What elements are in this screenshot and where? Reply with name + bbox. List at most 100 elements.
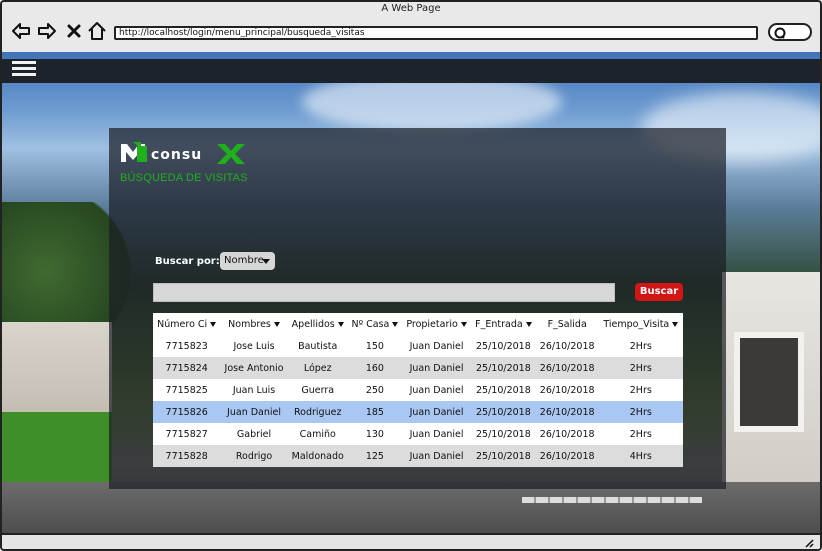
home-icon[interactable]: [86, 20, 108, 42]
sort-icon: [525, 321, 532, 327]
table-row[interactable]: 7715825 Juan Luis Guerra 250 Juan Daniel 25/1…: [153, 379, 683, 401]
visits-table: Número Ci Nombres Apellidos Nº Casa Propieta…: [153, 313, 683, 467]
column-header-label: Apellidos: [291, 318, 335, 330]
table-cell: 7715827: [153, 423, 221, 445]
column-header-label: F_Entrada: [475, 318, 523, 330]
column-header[interactable]: Nº Casa: [347, 313, 403, 335]
table-cell: Juan Daniel: [220, 401, 288, 423]
sort-icon: [337, 321, 344, 327]
column-header-label: Tiempo_Visita: [603, 318, 670, 330]
table-header-row: Número Ci Nombres Apellidos Nº Casa Propieta…: [153, 313, 683, 335]
address-bar[interactable]: http://localhost/login/menu_principal/bu…: [114, 26, 758, 40]
column-header[interactable]: Nombres: [220, 313, 288, 335]
search-filter-value: Nombre: [224, 255, 264, 266]
table-cell: Juan Daniel: [402, 445, 472, 467]
table-cell: Juan Daniel: [402, 423, 472, 445]
search-visits-panel: consu BÚSQUEDA DE VISITAS Buscar por: No…: [109, 128, 726, 489]
table-row[interactable]: 7715823 Jose Luis Bautista 150 Juan Daniel 25…: [153, 335, 683, 357]
table-cell: 25/10/2018: [471, 423, 536, 445]
table-cell: 7715826: [153, 401, 221, 423]
resize-grip-icon[interactable]: [804, 538, 814, 548]
table-cell: 2Hrs: [598, 335, 683, 357]
table-cell: 26/10/2018: [535, 401, 599, 423]
column-header-label: Propietario: [406, 318, 458, 330]
table-row[interactable]: 7715827 Gabriel Camiño 130 Juan Daniel 25/10/…: [153, 423, 683, 445]
column-header[interactable]: F_Salida: [535, 313, 599, 335]
table-cell: 25/10/2018: [471, 401, 536, 423]
table-cell: Jose Luis: [220, 335, 288, 357]
table-cell: Juan Daniel: [402, 335, 472, 357]
search-filter-dropdown[interactable]: Nombre: [220, 252, 275, 270]
table-cell: 25/10/2018: [471, 445, 536, 467]
table-cell: 26/10/2018: [535, 445, 599, 467]
column-header-label: Nombres: [228, 318, 271, 330]
table-cell: Jose Antonio: [220, 357, 288, 379]
column-header[interactable]: F_Entrada: [471, 313, 536, 335]
search-icon: [774, 27, 786, 39]
table-cell: 250: [347, 379, 403, 401]
table-row[interactable]: 7715828 Rodrigo Maldonado 125 Juan Daniel 25/…: [153, 445, 683, 467]
column-header[interactable]: Apellidos: [287, 313, 348, 335]
table-cell: Juan Daniel: [402, 379, 472, 401]
table-cell: Guerra: [287, 379, 348, 401]
table-cell: 2Hrs: [598, 401, 683, 423]
section-title: BÚSQUEDA DE VISITAS: [120, 172, 248, 184]
table-cell: 2Hrs: [598, 379, 683, 401]
table-cell: 26/10/2018: [535, 335, 599, 357]
browser-toolbar: http://localhost/login/menu_principal/bu…: [2, 16, 820, 50]
background-house: [722, 272, 820, 502]
column-header-label: F_Salida: [547, 318, 587, 330]
table-cell: Rodrigo: [220, 445, 288, 467]
table-cell: 7715825: [153, 379, 221, 401]
table-cell: Bautista: [287, 335, 348, 357]
table-cell: 26/10/2018: [535, 423, 599, 445]
table-cell: López: [287, 357, 348, 379]
browser-search-field[interactable]: [768, 23, 812, 41]
background-lawn: [2, 412, 112, 492]
menu-icon[interactable]: [12, 61, 36, 81]
window-title: A Web Page: [381, 3, 441, 14]
sort-icon: [273, 321, 280, 327]
page-viewport: consu BÚSQUEDA DE VISITAS Buscar por: No…: [2, 52, 820, 533]
table-cell: 25/10/2018: [471, 357, 536, 379]
column-header[interactable]: Número Ci: [153, 313, 221, 335]
search-input[interactable]: [153, 283, 615, 302]
table-cell: 25/10/2018: [471, 335, 536, 357]
sort-icon: [672, 321, 679, 327]
table-cell: Maldonado: [287, 445, 348, 467]
column-header[interactable]: Tiempo_Visita: [598, 313, 683, 335]
chevron-down-icon: [262, 259, 270, 264]
close-icon[interactable]: [63, 20, 85, 42]
table-cell: 125: [347, 445, 403, 467]
top-nav-strip: [2, 59, 820, 83]
table-cell: Juan Daniel: [402, 357, 472, 379]
column-header[interactable]: Propietario: [402, 313, 472, 335]
table-cell: 4Hrs: [598, 445, 683, 467]
table-row[interactable]: 7715824 Jose Antonio López 160 Juan Daniel 25…: [153, 357, 683, 379]
search-button[interactable]: Buscar: [635, 283, 683, 301]
house-window: [734, 332, 804, 432]
table-cell: 2Hrs: [598, 423, 683, 445]
table-cell: 185: [347, 401, 403, 423]
table-cell: Camiño: [287, 423, 348, 445]
sort-icon: [392, 321, 399, 327]
table-cell: 150: [347, 335, 403, 357]
browser-window: A Web Page http://localhost/login/menu_p…: [0, 0, 822, 551]
column-header-label: Nº Casa: [351, 318, 390, 330]
search-by-label: Buscar por:: [155, 256, 220, 267]
table-cell: 7715828: [153, 445, 221, 467]
background-road: [2, 482, 820, 533]
svg-text:consu: consu: [151, 147, 202, 163]
table-cell: 26/10/2018: [535, 379, 599, 401]
sort-icon: [210, 321, 217, 327]
table-cell: 7715824: [153, 357, 221, 379]
sort-icon: [460, 321, 467, 327]
back-arrow-icon[interactable]: [10, 20, 32, 42]
table-cell: Juan Luis: [220, 379, 288, 401]
table-row[interactable]: 7715826 Juan Daniel Rodriguez 185 Juan Danie…: [153, 401, 683, 423]
forward-arrow-icon[interactable]: [36, 20, 58, 42]
table-cell: 2Hrs: [598, 357, 683, 379]
table-cell: 160: [347, 357, 403, 379]
status-bar: [2, 533, 820, 549]
table-cell: 7715823: [153, 335, 221, 357]
